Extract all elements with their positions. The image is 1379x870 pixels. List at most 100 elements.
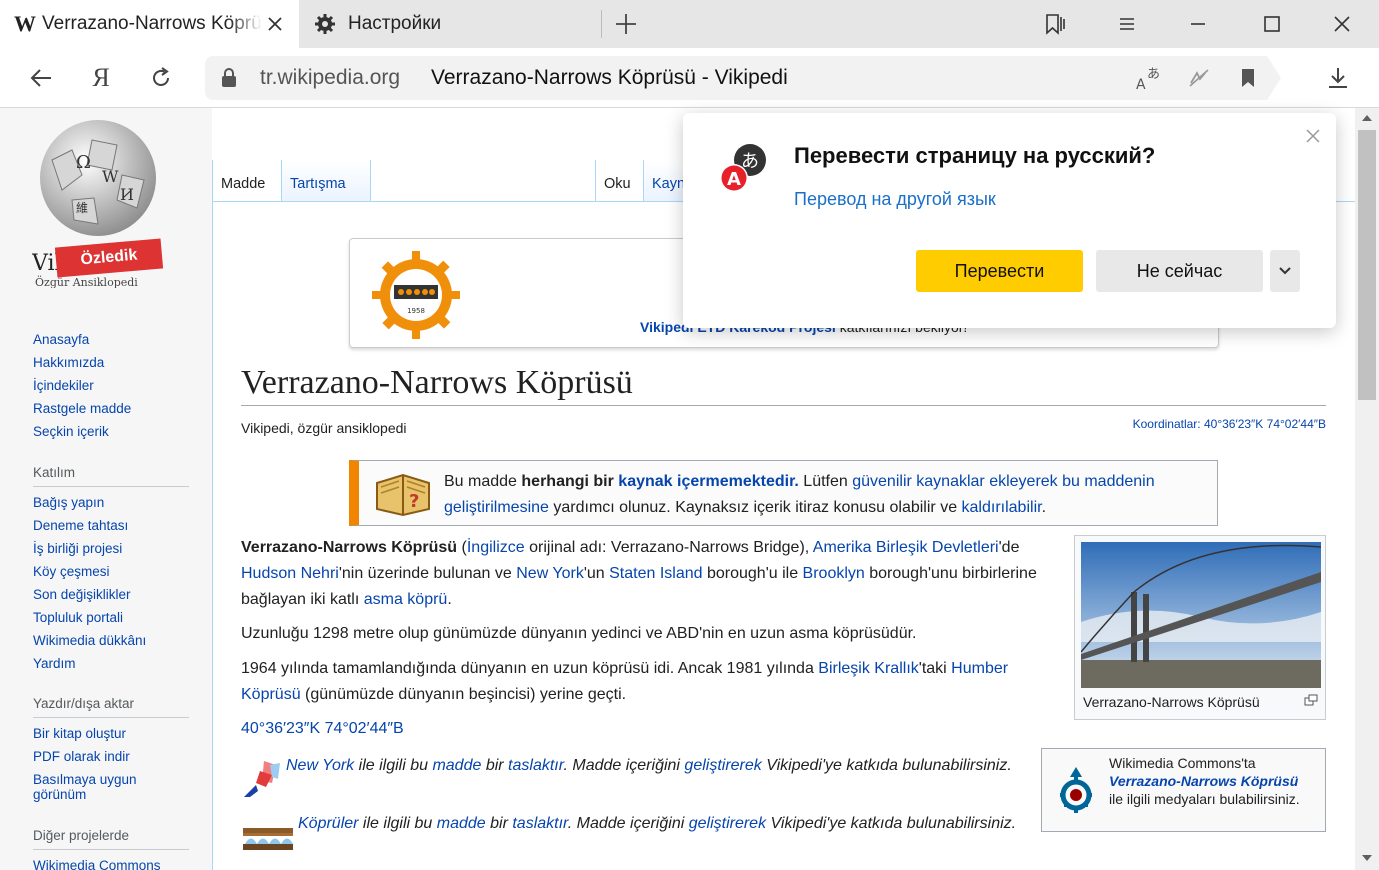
bookmark-icon[interactable] [1234, 64, 1262, 92]
link[interactable]: Amerika Birleşik Devletleri [813, 539, 999, 556]
minimize-icon[interactable] [1182, 8, 1214, 40]
tab-tartisma[interactable]: Tartışma [281, 160, 371, 202]
yandex-home-button[interactable]: Я [85, 62, 117, 94]
nav-link[interactable]: Yardım [33, 656, 189, 679]
link[interactable]: Köprüler [298, 815, 358, 832]
link[interactable]: İngilizce [467, 539, 525, 556]
infobox-caption: Verrazano-Narrows Köprüsü [1083, 694, 1260, 710]
nav-link-rastgele[interactable]: Rastgele madde [33, 401, 189, 424]
link[interactable]: Brooklyn [803, 565, 865, 582]
svg-text:W: W [102, 167, 119, 186]
link[interactable]: geliştirerek [689, 815, 766, 832]
nav-yazdir: Yazdır/dışa aktar Bir kitap oluştur PDF … [33, 696, 189, 812]
link[interactable]: kaldırılabilir [962, 499, 1042, 516]
nav-link[interactable]: Son değişiklikler [33, 587, 189, 610]
menu-icon[interactable] [1111, 8, 1143, 40]
link[interactable]: geliştirerek [684, 757, 761, 774]
text: yardımcı olunuz. Kaynaksız içerik itiraz… [548, 499, 962, 516]
not-now-button[interactable]: Не сейчас [1096, 250, 1263, 292]
scroll-up-icon[interactable] [1362, 114, 1372, 122]
toolbar: Я tr.wikipedia.org Verrazano-Narrows Köp… [0, 48, 1379, 108]
nav-link[interactable]: Wikimedia Commons [33, 858, 189, 870]
close-icon[interactable] [263, 12, 287, 36]
text: 1964 yılında tamamlandığında dünyanın en… [241, 660, 819, 677]
nav-link[interactable]: Köy çeşmesi [33, 564, 189, 587]
nav-link-hakkimizda[interactable]: Hakkımızda [33, 355, 189, 378]
svg-text:И: И [120, 185, 134, 204]
bookmarks-panel-icon[interactable] [1040, 8, 1072, 40]
text: Bu madde [444, 473, 522, 490]
bridge-photo[interactable] [1081, 542, 1321, 688]
reload-icon[interactable] [145, 62, 177, 94]
nav-katilim: Katılım Bağış yapın Deneme tahtası İş bi… [33, 465, 189, 679]
link[interactable]: Birleşik Krallık [818, 660, 918, 677]
nav-link[interactable]: Bir kitap oluştur [33, 726, 189, 749]
text: 'nin üzerinde bulunan ve [338, 565, 517, 582]
scroll-thumb[interactable] [1358, 130, 1376, 400]
svg-text:?: ? [409, 491, 419, 512]
nav-link-icindekiler[interactable]: İçindekiler [33, 378, 189, 401]
nav-link-anasayfa[interactable]: Anasayfa [33, 332, 189, 355]
coordinates-inline[interactable]: 40°36′23″K 74°02′44″B [241, 716, 1061, 742]
page-scrollbar[interactable] [1355, 108, 1379, 870]
link[interactable]: madde [432, 757, 481, 774]
close-icon[interactable] [1326, 8, 1358, 40]
nav-heading: Diğer projelerde [33, 828, 189, 850]
chevron-down-icon [1279, 267, 1291, 275]
nav-link[interactable]: İş birliği projesi [33, 541, 189, 564]
link[interactable]: New York [286, 757, 354, 774]
tab-title: Настройки [348, 13, 442, 34]
translate-button[interactable]: Перевести [916, 250, 1083, 292]
nav-link[interactable]: Basılmaya uygun görünüm [33, 772, 189, 812]
paragraph-intro: Verrazano-Narrows Köprüsü (İngilizce ori… [241, 535, 1061, 613]
link[interactable]: madde [437, 815, 486, 832]
tab-wikipedia[interactable]: W Verrazano-Narrows Köprüsü - Vikipedi [0, 0, 299, 48]
link[interactable]: taslaktır [508, 757, 563, 774]
link[interactable]: New York [516, 565, 584, 582]
close-icon[interactable] [1304, 127, 1322, 145]
translate-icon[interactable]: Aあ [1135, 64, 1163, 92]
nav-heading: Yazdır/dışa aktar [33, 696, 189, 718]
link[interactable]: asma köprü [364, 591, 448, 608]
back-icon[interactable] [25, 62, 57, 94]
scroll-down-icon[interactable] [1362, 854, 1372, 862]
svg-text:維: 維 [76, 201, 88, 215]
more-options-button[interactable] [1270, 250, 1300, 292]
nav-link[interactable]: Wikimedia dükkânı [33, 633, 189, 656]
link[interactable]: Hudson Nehri [241, 565, 339, 582]
link[interactable]: taslaktır [512, 815, 567, 832]
lock-icon[interactable] [219, 67, 239, 94]
tab-settings[interactable]: Настройки [300, 0, 600, 48]
link[interactable]: Staten Island [609, 565, 702, 582]
text: bir [485, 815, 513, 832]
nav-link[interactable]: PDF olarak indir [33, 749, 189, 772]
text: . [447, 591, 452, 608]
text: 'de [998, 539, 1020, 556]
commons-link[interactable]: Verrazano-Narrows Köprüsü [1109, 773, 1298, 789]
text: Wikimedia Commons'ta [1109, 755, 1256, 771]
commons-box: Wikimedia Commons'ta Verrazano-Narrows Kö… [1041, 748, 1326, 832]
notice-text: Bu madde herhangi bir kaynak içermemekte… [444, 469, 1214, 521]
nav-link[interactable]: Bağış yapın [33, 495, 189, 518]
link[interactable]: kaynak içermemektedir. [618, 473, 799, 490]
maximize-icon[interactable] [1256, 8, 1288, 40]
address-bar[interactable]: tr.wikipedia.org Verrazano-Narrows Köprü… [205, 56, 1281, 100]
tab-madde[interactable]: Madde [212, 160, 281, 202]
coordinates-link[interactable]: Koordinatlar: 40°36′23″K 74°02′44″B [1133, 417, 1326, 431]
tab-oku[interactable]: Oku [595, 160, 643, 202]
text: Vikipedi'ye katkıda bulunabilirsiniz. [766, 815, 1017, 832]
nav-link[interactable]: Topluluk portali [33, 610, 189, 633]
nav-link-seckin[interactable]: Seçkin içerik [33, 424, 189, 447]
download-icon[interactable] [1322, 62, 1354, 94]
other-language-link[interactable]: Перевод на другой язык [794, 189, 996, 210]
commons-logo-icon [1060, 767, 1092, 813]
paragraph-length: Uzunluğu 1298 metre olup günümüzde dünya… [241, 625, 917, 642]
text: 'taki [918, 660, 952, 677]
plus-icon[interactable] [610, 8, 642, 40]
nav-link[interactable]: Deneme tahtası [33, 518, 189, 541]
text: . [1041, 499, 1047, 516]
enlarge-icon[interactable] [1304, 694, 1318, 706]
nav-heading: Katılım [33, 465, 189, 487]
reader-off-icon[interactable] [1185, 64, 1213, 92]
text: borough'u ile [702, 565, 803, 582]
